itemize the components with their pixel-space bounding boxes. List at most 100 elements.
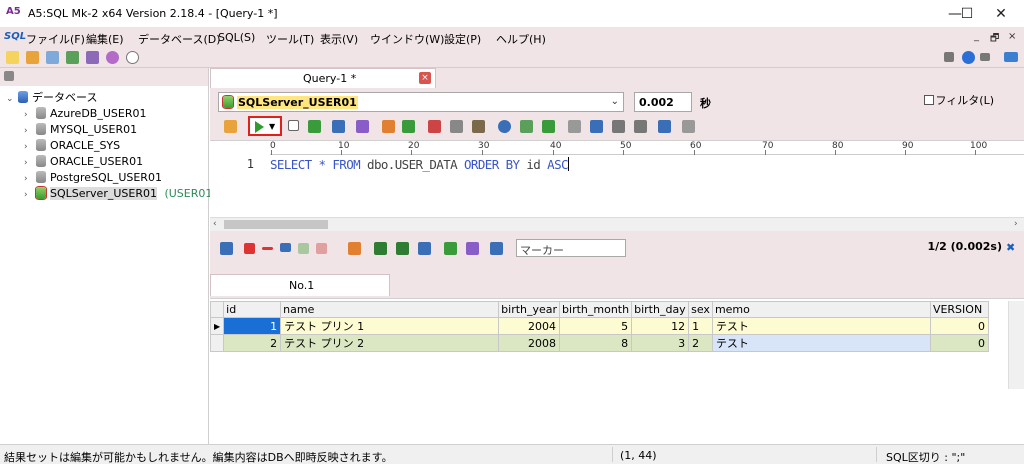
search-icon[interactable] — [498, 120, 511, 133]
format-icon[interactable] — [568, 120, 581, 133]
column-header-birth-month[interactable]: birth_month — [559, 301, 633, 318]
cut-icon[interactable] — [428, 120, 441, 133]
checkbox-icon[interactable] — [923, 95, 934, 105]
wrap-icon[interactable] — [590, 120, 603, 133]
tree-item-oracle-sys[interactable]: › ORACLE_SYS — [24, 138, 120, 154]
export-icon[interactable] — [348, 242, 361, 255]
menu-settings[interactable]: 設定(P) — [444, 31, 481, 47]
column-header-id[interactable]: id — [223, 301, 282, 318]
tree-item-sqlserver[interactable]: › SQLServer_USER01 (USER01) — [24, 186, 217, 202]
close-tab-icon[interactable]: × — [419, 72, 431, 84]
menu-view[interactable]: 表示(V) — [320, 31, 358, 47]
run-result-icon[interactable] — [444, 242, 457, 255]
close-window-button[interactable]: ✕ — [978, 0, 1024, 28]
refresh-icon[interactable] — [220, 242, 233, 255]
menu-database[interactable]: データベース(D) — [138, 31, 221, 47]
tree-root[interactable]: ⌄ データベース — [6, 90, 97, 106]
table-row[interactable]: ▶ 1 テスト プリン 1 2004 5 12 1 テスト 0 — [209, 317, 989, 335]
explain-icon[interactable] — [356, 120, 369, 133]
replace-icon[interactable] — [520, 120, 533, 133]
menu-sql[interactable]: SQL(S) — [218, 31, 255, 44]
grid-vertical-scrollbar[interactable] — [1008, 301, 1024, 389]
chevron-right-icon[interactable]: › — [24, 187, 36, 203]
caret-down-icon[interactable]: ▼ — [269, 122, 275, 131]
column-header-memo[interactable]: memo — [711, 301, 931, 318]
marker-input[interactable]: マーカー — [516, 239, 626, 257]
delete-row-icon[interactable] — [262, 247, 273, 250]
close-result-icon[interactable]: ✖ — [1006, 241, 1018, 254]
table-icon[interactable] — [66, 51, 79, 64]
stop-query-icon[interactable] — [288, 120, 299, 131]
run-sql-button[interactable]: ▼ — [248, 116, 282, 136]
plugin-icon[interactable] — [106, 51, 119, 64]
chevron-right-icon[interactable]: › — [24, 171, 36, 187]
mdi-minimize-button[interactable]: _ — [974, 31, 979, 42]
database-icon[interactable] — [46, 51, 59, 64]
menu-help[interactable]: ヘルプ(H) — [496, 31, 546, 47]
chevron-right-icon[interactable]: › — [24, 155, 36, 171]
tree-item-azuredb[interactable]: › AzureDB_USER01 — [24, 106, 146, 122]
run-step-icon[interactable] — [308, 120, 321, 133]
new-file-icon[interactable] — [6, 51, 19, 64]
add-row-icon[interactable] — [244, 243, 255, 254]
table-row[interactable]: 2 テスト プリン 2 2008 8 3 2 テスト 0 — [209, 334, 989, 352]
column-header-birth-day[interactable]: birth_day — [631, 301, 690, 318]
connect-icon[interactable] — [224, 120, 237, 133]
tree-item-mysql[interactable]: › MYSQL_USER01 — [24, 122, 137, 138]
chevron-right-icon[interactable]: › — [24, 139, 36, 155]
explain-result-icon[interactable] — [466, 242, 479, 255]
menu-edit[interactable]: 編集(E) — [86, 31, 124, 47]
scroll-right-icon[interactable]: › — [1014, 219, 1018, 229]
rollback-icon[interactable] — [316, 243, 327, 254]
tab-result-no1[interactable]: No.1 — [210, 274, 390, 296]
excel-all-icon[interactable] — [396, 242, 409, 255]
chevron-down-icon[interactable]: ⌄ — [611, 96, 619, 107]
filter-checkbox[interactable]: フィルタ(L) — [923, 92, 994, 108]
split-icon[interactable] — [658, 120, 671, 133]
dropdown-icon[interactable] — [980, 53, 990, 61]
undo-icon[interactable] — [382, 120, 395, 133]
indent-icon[interactable] — [612, 120, 625, 133]
column-header-birth-year[interactable]: birth_year — [498, 301, 561, 318]
sql-code-line[interactable]: SELECT * FROM dbo.USER_DATA ORDER BY id … — [270, 157, 569, 172]
column-header-sex[interactable]: sex — [688, 301, 713, 318]
scroll-left-icon[interactable]: ‹ — [213, 219, 217, 229]
copy-icon[interactable] — [450, 120, 463, 133]
chevron-down-icon[interactable]: ⌄ — [6, 91, 18, 107]
mdi-restore-button[interactable]: 🗗 — [990, 31, 999, 48]
keyboard-icon[interactable] — [1004, 52, 1018, 62]
stop-icon[interactable] — [944, 52, 954, 62]
jump-icon[interactable] — [542, 120, 555, 133]
clock-icon[interactable] — [126, 51, 139, 64]
gear-icon[interactable] — [86, 51, 99, 64]
connection-select[interactable]: SQLServer_USER01 ⌄ — [218, 92, 624, 112]
move-up-icon[interactable] — [280, 243, 291, 252]
open-folder-icon[interactable] — [26, 51, 39, 64]
tree-item-postgresql[interactable]: › PostgreSQL_USER01 — [24, 170, 162, 186]
menu-file[interactable]: ファイル(F) — [26, 31, 85, 47]
db-connected-icon — [36, 187, 46, 199]
chevron-right-icon[interactable]: › — [24, 123, 36, 139]
csv-export-icon[interactable] — [332, 120, 345, 133]
column-header-version[interactable]: VERSION — [929, 301, 989, 318]
sql-editor[interactable]: 0 10 20 30 40 50 60 70 80 90 100 1 SELEC… — [210, 140, 1024, 231]
grid-icon[interactable] — [490, 242, 503, 255]
scroll-thumb[interactable] — [224, 220, 328, 229]
mdi-close-button[interactable]: × — [1008, 31, 1016, 42]
commit-icon[interactable] — [298, 243, 309, 254]
outdent-icon[interactable] — [634, 120, 647, 133]
copy-result-icon[interactable] — [418, 242, 431, 255]
excel-icon[interactable] — [374, 242, 387, 255]
redo-icon[interactable] — [402, 120, 415, 133]
menu-tools[interactable]: ツール(T) — [266, 31, 314, 47]
editor-horizontal-scrollbar[interactable]: ‹ › — [210, 217, 1024, 231]
tree-view-icon[interactable] — [682, 120, 695, 133]
chevron-right-icon[interactable]: › — [24, 107, 36, 123]
tree-options-icon[interactable] — [4, 71, 14, 81]
paste-icon[interactable] — [472, 120, 485, 133]
column-header-name[interactable]: name — [280, 301, 500, 318]
menu-window[interactable]: ウインドウ(W) — [370, 31, 444, 47]
tab-query-1[interactable]: Query-1 * × — [210, 68, 436, 88]
tree-item-oracle-user[interactable]: › ORACLE_USER01 — [24, 154, 143, 170]
help-icon[interactable] — [962, 51, 975, 64]
